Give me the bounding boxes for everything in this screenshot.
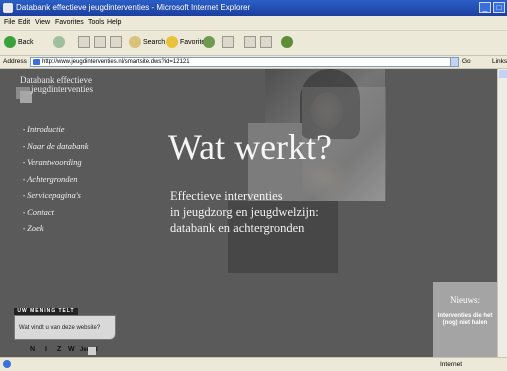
menu-view[interactable]: View [35, 16, 50, 30]
menu-file[interactable]: File [4, 16, 15, 30]
menu-bar: File Edit View Favorites Tools Help [0, 16, 507, 31]
nizw-square [88, 347, 96, 355]
nav-label: Achtergronden [27, 173, 78, 184]
main-nav: • Introductie • Naar de databank • Verantwo… [23, 122, 89, 238]
news-title: Nieuws: [450, 295, 480, 305]
mail-button[interactable] [222, 36, 234, 48]
bullet-icon: • [23, 177, 26, 184]
nav-zoek[interactable]: • Zoek [23, 221, 89, 238]
address-input[interactable]: http://www.jeugdinterventies.nl/smartsit… [30, 57, 458, 67]
nav-introductie[interactable]: • Introductie [23, 122, 89, 139]
messenger-button[interactable] [281, 35, 295, 51]
address-dropdown-button[interactable] [450, 57, 459, 67]
nav-label: Contact [27, 206, 55, 217]
maximize-button[interactable]: □ [493, 2, 505, 13]
nizw-letter: Z [57, 346, 62, 353]
home-button[interactable] [110, 36, 122, 48]
bullet-icon: • [23, 128, 26, 134]
go-button[interactable]: Go [462, 56, 471, 68]
edit-button[interactable] [260, 36, 272, 48]
subtitle-line: databank en achtergronden [170, 221, 305, 235]
back-arrow-icon [4, 36, 16, 49]
menu-favorites[interactable]: Favorites [55, 16, 84, 30]
bullet-icon: • [23, 194, 26, 200]
address-label: Address [3, 58, 27, 65]
page-headline: Wat werkt? [168, 127, 333, 167]
page-status-icon [3, 360, 11, 368]
nav-label: Naar de databank [27, 140, 89, 151]
bullet-icon: • [23, 210, 26, 217]
refresh-button[interactable] [94, 36, 106, 48]
vertical-scrollbar[interactable] [497, 69, 507, 357]
menu-tools[interactable]: Tools [88, 16, 104, 30]
nav-achtergronden[interactable]: • Achtergronden [23, 172, 89, 189]
forward-button[interactable] [53, 35, 67, 51]
back-button[interactable]: Back [4, 35, 34, 51]
logo-line2: jeugdinterventies [31, 84, 93, 94]
nizw-logo[interactable]: N I Z W Jeugd [20, 344, 98, 357]
nav-verantwoording[interactable]: • Verantwoording [23, 155, 89, 172]
browser-window: Databank effectieve jeugdinterventies - … [0, 0, 507, 371]
news-panel[interactable]: Nieuws: Interventies die het (nog) niet … [433, 282, 497, 357]
nizw-letter: N [30, 346, 36, 353]
security-zone: Internet [440, 361, 463, 368]
print-button[interactable] [244, 36, 256, 48]
address-bar: Address http://www.jeugdinterventies.nl/… [0, 56, 507, 69]
nav-servicepaginas[interactable]: • Servicepagina's [23, 188, 89, 205]
search-icon [129, 36, 141, 49]
minimize-button[interactable]: _ [479, 2, 491, 13]
menu-edit[interactable]: Edit [18, 16, 30, 30]
nav-label: Zoek [27, 223, 44, 233]
bullet-icon: • [23, 161, 26, 167]
scroll-up-button[interactable] [499, 70, 507, 78]
stop-button[interactable] [78, 36, 90, 48]
search-label: Search [143, 39, 166, 46]
nav-label: Servicepagina's [27, 190, 81, 200]
page-icon [33, 59, 40, 65]
messenger-icon [281, 36, 293, 49]
ie-icon [3, 3, 13, 13]
news-link[interactable]: Interventies die het (nog) niet halen [433, 313, 497, 327]
nav-naar-de-databank[interactable]: • Naar de databank [23, 139, 89, 156]
subtitle-line: Effectieve interventies [170, 189, 283, 203]
bullet-icon: • [23, 227, 26, 233]
star-icon [166, 36, 178, 49]
window-title: Databank effectieve jeugdinterventies - … [16, 3, 251, 12]
site-logo[interactable]: Databank effectieve jeugdinterventies [20, 76, 93, 94]
menu-help[interactable]: Help [107, 16, 121, 30]
nizw-letter: W [68, 346, 75, 353]
nizw-letter: I [45, 346, 47, 353]
toolbar: Back Search Favorites [0, 31, 507, 56]
address-url: http://www.jeugdinterventies.nl/smartsit… [42, 59, 190, 65]
page-subtitle: Effectieve interventies in jeugdzorg en … [170, 188, 319, 236]
search-button[interactable]: Search [129, 35, 165, 51]
back-label: Back [18, 39, 34, 46]
nav-contact[interactable]: • Contact [23, 205, 89, 222]
title-bar: Databank effectieve jeugdinterventies - … [0, 0, 507, 16]
status-bar: Internet [0, 357, 507, 371]
forward-arrow-icon [53, 36, 65, 49]
subtitle-line: in jeugdzorg en jeugdwelzijn: [170, 205, 319, 219]
history-icon [203, 36, 215, 49]
nav-label: Introductie [27, 124, 65, 134]
nav-label: Verantwoording [27, 157, 82, 167]
opinion-button[interactable]: Wat vindt u van deze website? [14, 315, 116, 340]
bullet-icon: • [23, 144, 26, 151]
links-button[interactable]: Links [492, 56, 507, 68]
opinion-tab: UW MENING TELT [14, 308, 78, 315]
page-content: Databank effectieve jeugdinterventies • I… [0, 69, 497, 357]
history-button[interactable] [203, 35, 217, 51]
